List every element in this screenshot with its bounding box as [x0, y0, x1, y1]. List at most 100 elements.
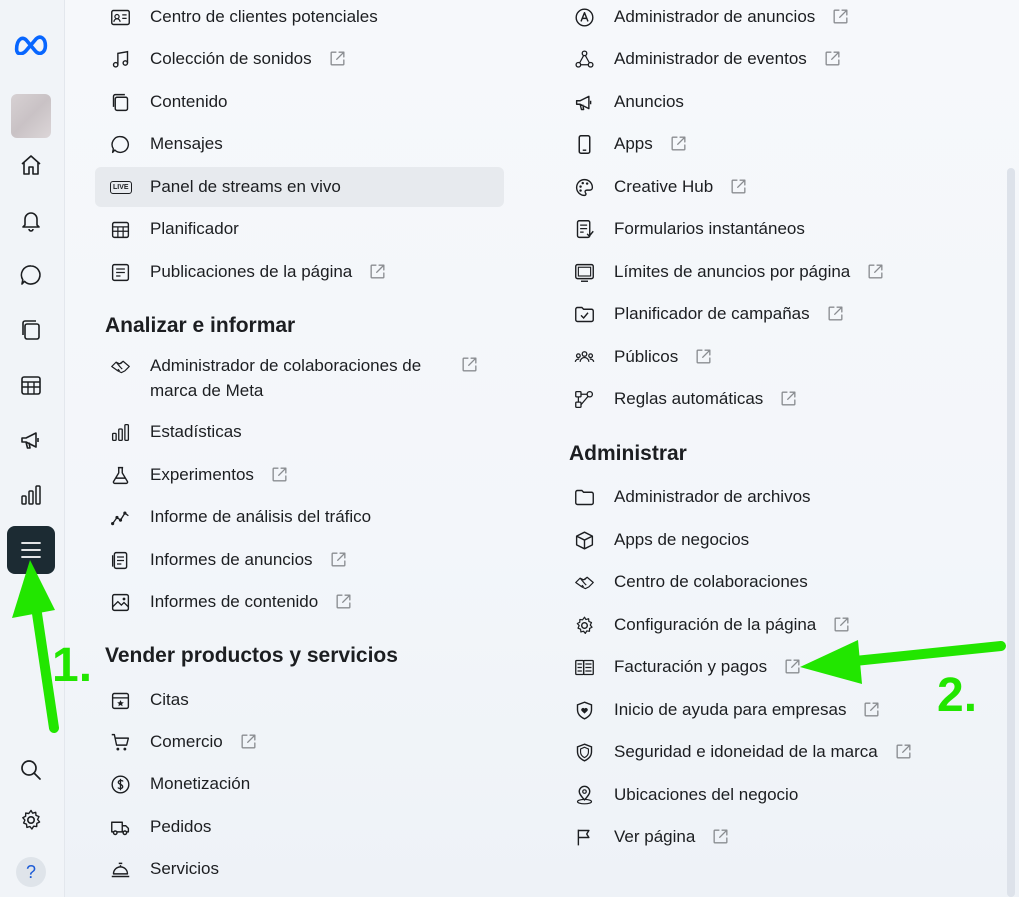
menu-item-centro-clientes-potenciales[interactable]: Centro de clientes potenciales: [95, 0, 519, 37]
menu-item-citas[interactable]: Citas: [95, 680, 519, 720]
menu-item-apps[interactable]: Apps: [559, 124, 994, 164]
menu-item-formularios-instantaneos[interactable]: Formularios instantáneos: [559, 209, 994, 249]
menu-item-limites-anuncios[interactable]: Límites de anuncios por página: [559, 252, 994, 292]
image-icon: [110, 591, 136, 613]
gear-icon[interactable]: [7, 796, 55, 844]
annotation-step2: 2.: [937, 669, 978, 722]
menu-item-planificador[interactable]: Planificador: [95, 209, 519, 249]
menu-item-panel-streams-en-vivo[interactable]: LIVE Panel de streams en vivo: [95, 167, 504, 207]
menu-item-configuracion-pagina[interactable]: Configuración de la página: [559, 605, 994, 645]
menu-item-experimentos[interactable]: Experimentos: [95, 455, 519, 495]
menu-item-label: Planificador de campañas: [614, 304, 810, 323]
megaphone-icon[interactable]: [7, 416, 55, 464]
bell-icon[interactable]: [7, 196, 55, 244]
menu-item-administrador-anuncios[interactable]: Administrador de anuncios: [559, 0, 994, 37]
menu-item-coleccion-sonidos[interactable]: Colección de sonidos: [95, 39, 519, 79]
menu-item-creative-hub[interactable]: Creative Hub: [559, 167, 994, 207]
live-icon: LIVE: [110, 176, 136, 198]
megaphone-icon: [574, 91, 600, 113]
menu-item-label: Comercio: [150, 732, 223, 751]
section-heading-analizar: Analizar e informar: [105, 314, 296, 337]
menu-item-informes-contenido[interactable]: Informes de contenido: [95, 582, 519, 622]
menu-item-label: Contenido: [150, 92, 228, 111]
external-link-icon: [329, 550, 349, 570]
menu-item-label: Monetización: [150, 774, 251, 793]
folder-icon: [574, 486, 600, 508]
menu-item-label: Inicio de ayuda para empresas: [614, 700, 847, 719]
calendar-grid-icon[interactable]: [7, 361, 55, 409]
report-icon: [110, 549, 136, 571]
menu-item-label: Configuración de la página: [614, 615, 817, 634]
menu-item-mensajes[interactable]: Mensajes: [95, 124, 519, 164]
home-icon[interactable]: [7, 141, 55, 189]
external-link-icon: [783, 657, 803, 677]
menu-item-label: Administrador de eventos: [614, 49, 807, 68]
menu-button[interactable]: [7, 526, 55, 574]
avatar[interactable]: [11, 94, 51, 138]
chat-icon[interactable]: [7, 251, 55, 299]
meta-logo-icon[interactable]: [7, 20, 55, 68]
menu-item-estadisticas[interactable]: Estadísticas: [95, 412, 519, 452]
menu-item-facturacion-pagos[interactable]: Facturación y pagos: [559, 647, 994, 687]
external-link-icon: [460, 355, 480, 375]
form-icon: [574, 218, 600, 240]
contact-card-icon: [110, 6, 136, 28]
service-bell-icon: [110, 858, 136, 880]
menu-item-informe-analisis-trafico[interactable]: Informe de análisis del tráfico: [95, 497, 519, 537]
menu-item-centro-colaboraciones[interactable]: Centro de colaboraciones: [559, 562, 994, 602]
menu-item-publicaciones-pagina[interactable]: Publicaciones de la página: [95, 252, 519, 292]
scrollbar[interactable]: [1007, 168, 1015, 897]
external-link-icon: [862, 700, 882, 720]
menu-item-label: Ubicaciones del negocio: [614, 785, 799, 804]
menu-item-label: Creative Hub: [614, 177, 714, 196]
flag-icon: [574, 826, 600, 848]
menu-item-colaboraciones-marca-meta[interactable]: Administrador de colaboraciones de marca…: [95, 353, 519, 407]
billing-icon: [574, 656, 600, 678]
help-button[interactable]: ?: [7, 848, 55, 896]
content-icon[interactable]: [7, 306, 55, 354]
menu-item-pedidos[interactable]: Pedidos: [95, 807, 519, 847]
menu-item-monetizacion[interactable]: Monetización: [95, 764, 519, 804]
handshake-icon: [110, 355, 136, 377]
left-nav-rail: ?: [0, 0, 65, 897]
ads-manager-icon: [574, 6, 600, 28]
bar-chart-icon[interactable]: [7, 471, 55, 519]
menu-item-label: Colección de sonidos: [150, 49, 312, 68]
menu-item-inicio-ayuda-empresas[interactable]: Inicio de ayuda para empresas: [559, 690, 994, 730]
menu-item-administrador-archivos[interactable]: Administrador de archivos: [559, 477, 994, 517]
menu-item-label: Estadísticas: [150, 422, 242, 441]
ad-limit-icon: [574, 261, 600, 283]
external-link-icon: [334, 592, 354, 612]
palette-icon: [574, 176, 600, 198]
menu-item-contenido[interactable]: Contenido: [95, 82, 519, 122]
menu-item-label: Mensajes: [150, 134, 223, 153]
help-icon: ?: [16, 857, 46, 887]
menu-item-apps-negocios[interactable]: Apps de negocios: [559, 520, 994, 560]
audience-icon: [574, 346, 600, 368]
menu-item-ver-pagina[interactable]: Ver página: [559, 817, 994, 857]
menu-item-label: Pedidos: [150, 817, 212, 836]
menu-item-label: Panel de streams en vivo: [150, 177, 341, 196]
menu-item-publicos[interactable]: Públicos: [559, 337, 994, 377]
bar-chart-icon: [110, 421, 136, 443]
menu-item-anuncios[interactable]: Anuncios: [559, 82, 994, 122]
menu-item-servicios[interactable]: Servicios: [95, 849, 519, 889]
menu-item-label: Experimentos: [150, 465, 254, 484]
menu-item-label: Públicos: [614, 347, 679, 366]
menu-item-label: Citas: [150, 690, 189, 709]
menu-item-seguridad-idoneidad-marca[interactable]: Seguridad e idoneidad de la marca: [559, 732, 994, 772]
menu-item-comercio[interactable]: Comercio: [95, 722, 519, 762]
menu-item-planificador-campanas[interactable]: Planificador de campañas: [559, 294, 994, 334]
menu-item-administrador-eventos[interactable]: Administrador de eventos: [559, 39, 994, 79]
external-link-icon: [866, 262, 886, 282]
annotation-step1: 1.: [52, 639, 93, 692]
cube-icon: [574, 529, 600, 551]
menu-item-label: Administrador de colaboraciones de marca…: [150, 356, 422, 400]
menu-item-label: Ver página: [614, 827, 696, 846]
menu-item-reglas-automaticas[interactable]: Reglas automáticas: [559, 379, 994, 419]
rules-icon: [574, 388, 600, 410]
menu-item-informes-anuncios[interactable]: Informes de anuncios: [95, 540, 519, 580]
content-icon: [110, 91, 136, 113]
search-icon[interactable]: [7, 746, 55, 794]
menu-item-ubicaciones-negocio[interactable]: Ubicaciones del negocio: [559, 775, 994, 815]
